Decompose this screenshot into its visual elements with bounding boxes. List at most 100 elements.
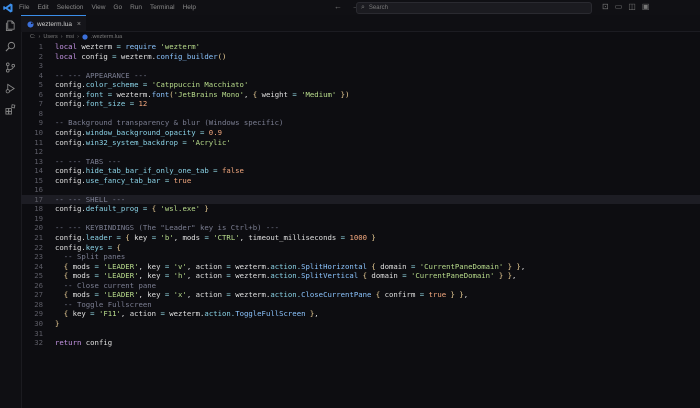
line-number: 16 bbox=[34, 185, 43, 195]
run-debug-button[interactable] bbox=[0, 78, 21, 99]
code-line[interactable]: 15 config.use_fancy_tab_bar = true bbox=[21, 176, 700, 186]
source-control-button[interactable] bbox=[0, 57, 21, 78]
code-line[interactable]: 7 config.font_size = 12 bbox=[21, 99, 700, 109]
code-token: config bbox=[81, 51, 113, 61]
code-line[interactable]: 32 return config bbox=[21, 338, 700, 348]
menu-run[interactable]: Run bbox=[130, 4, 142, 11]
line-code: config.window_background_opacity = 0.9 bbox=[55, 128, 222, 138]
code-line[interactable]: 30} bbox=[21, 319, 700, 329]
code-token: , mods bbox=[173, 233, 205, 242]
split-icon[interactable]: ◫ bbox=[628, 2, 636, 11]
menu-edit[interactable]: Edit bbox=[37, 4, 48, 11]
code-token: wezterm. bbox=[120, 51, 157, 61]
code-line[interactable]: 16 bbox=[21, 185, 700, 195]
code-line[interactable]: 28 -- Toggle Fullscreen bbox=[21, 300, 700, 310]
code-line[interactable]: 21 config.leader = { key = 'b', mods = 'C… bbox=[21, 233, 700, 243]
code-token: 'Catppuccin Macchiato' bbox=[151, 80, 249, 90]
menu-view[interactable]: View bbox=[91, 4, 105, 11]
line-number: 7 bbox=[38, 99, 43, 109]
code-line[interactable]: 19 bbox=[21, 214, 700, 224]
extensions-button[interactable] bbox=[0, 99, 21, 120]
code-line[interactable]: 14 config.hide_tab_bar_if_only_one_tab = … bbox=[21, 166, 700, 176]
code-line[interactable]: 22 config.keys = { bbox=[21, 243, 700, 253]
search-view-button[interactable] bbox=[0, 36, 21, 57]
code-token: = bbox=[129, 99, 139, 109]
line-code: -- Close current pane bbox=[55, 281, 156, 291]
line-code: { mods = 'LEADER', key = 'v', action = w… bbox=[55, 262, 525, 272]
explorer-button[interactable] bbox=[0, 15, 21, 36]
menu-terminal[interactable]: Terminal bbox=[150, 4, 175, 11]
code-token: action. bbox=[270, 290, 302, 300]
code-line[interactable]: 13 -- --- TABS --- bbox=[21, 157, 700, 167]
code-token: , bbox=[463, 290, 469, 300]
code-token: = bbox=[226, 261, 236, 271]
search-icon bbox=[5, 41, 16, 52]
code-line[interactable]: 27 { mods = 'LEADER', key = 'x', action … bbox=[21, 290, 700, 300]
code-token: , action bbox=[120, 309, 161, 319]
line-number: 21 bbox=[34, 233, 43, 242]
close-tab-icon[interactable]: × bbox=[77, 21, 81, 28]
copilot-icon[interactable]: ⊡ bbox=[602, 2, 609, 11]
code-line[interactable]: 4 -- --- APPEARANCE --- bbox=[21, 71, 700, 81]
menu-file[interactable]: File bbox=[19, 4, 29, 11]
code-line[interactable]: 23 -- Split panes bbox=[21, 252, 700, 262]
code-line[interactable]: 8 bbox=[21, 109, 700, 119]
search-placeholder: Search bbox=[368, 5, 388, 11]
code-token: domain bbox=[371, 271, 403, 281]
breadcrumb-file[interactable]: .wezterm.lua bbox=[91, 34, 122, 40]
code-line[interactable]: 25 { mods = 'LEADER', key = 'h', action … bbox=[21, 271, 700, 281]
code-token: = bbox=[151, 233, 161, 242]
code-line[interactable]: 24 { mods = 'LEADER', key = 'v', action … bbox=[21, 262, 700, 272]
code-line[interactable]: 29 { key = 'F11', action = wezterm.actio… bbox=[21, 309, 700, 319]
layout-icon[interactable]: ▭ bbox=[615, 2, 623, 11]
line-code: -- --- SHELL --- bbox=[55, 195, 125, 205]
breadcrumb-drive[interactable]: C: bbox=[30, 34, 36, 40]
code-line[interactable]: 6 config.font = wezterm.font('JetBrains M… bbox=[21, 90, 700, 100]
code-line[interactable]: 2 local config = wezterm.config_builder() bbox=[21, 52, 700, 62]
code-token: } bbox=[371, 233, 376, 242]
code-token: font bbox=[151, 89, 170, 99]
command-center-search[interactable]: ⌕ Search bbox=[356, 2, 592, 14]
back-arrow-icon[interactable]: ← bbox=[334, 2, 342, 11]
code-line[interactable]: 9 -- Background transparency & blur (Wind… bbox=[21, 118, 700, 128]
code-line[interactable]: 20 -- --- KEYBINDINGS (The "Leader" key i… bbox=[21, 223, 700, 233]
code-token: mods bbox=[72, 261, 95, 271]
code-token: weight bbox=[261, 89, 293, 99]
code-token: 'LEADER' bbox=[103, 290, 139, 300]
code-token: require bbox=[125, 42, 161, 51]
code-token: 'wsl.exe' bbox=[160, 204, 205, 214]
code-line[interactable]: 31 bbox=[21, 329, 700, 339]
code-line[interactable]: 11 config.win32_system_backdrop = 'Acryli… bbox=[21, 138, 700, 148]
code-line[interactable]: 18 config.default_prog = { 'wsl.exe' } bbox=[21, 204, 700, 214]
code-line[interactable]: 3 bbox=[21, 61, 700, 71]
panel-icon[interactable]: ▣ bbox=[642, 2, 650, 11]
code-line[interactable]: 17 -- --- SHELL --- bbox=[21, 194, 700, 205]
code-token: , key bbox=[138, 271, 165, 281]
breadcrumb-msi[interactable]: msi bbox=[66, 34, 75, 40]
menu-selection[interactable]: Selection bbox=[57, 4, 84, 11]
code-token: } } bbox=[507, 261, 521, 271]
code-token: false bbox=[221, 166, 244, 176]
line-number: 27 bbox=[34, 290, 43, 300]
code-token: { bbox=[55, 261, 73, 271]
menu-go[interactable]: Go bbox=[113, 4, 122, 11]
code-token: = bbox=[204, 233, 214, 242]
code-line[interactable]: 5 config.color_scheme = 'Catppuccin Macch… bbox=[21, 80, 700, 90]
code-line[interactable]: 12 bbox=[21, 147, 700, 157]
menu-help[interactable]: Help bbox=[183, 4, 196, 11]
code-line[interactable]: 10 config.window_background_opacity = 0.9 bbox=[21, 128, 700, 138]
code-line[interactable]: 26 -- Close current pane bbox=[21, 281, 700, 291]
code-line[interactable]: 1 local wezterm = require 'wezterm' bbox=[21, 42, 700, 52]
code-token: config. bbox=[55, 175, 86, 185]
line-number: 20 bbox=[34, 223, 43, 233]
line-number: 25 bbox=[34, 271, 43, 281]
code-token: confirm bbox=[384, 290, 420, 300]
code-token: = bbox=[419, 290, 429, 300]
code-token: window_background_opacity bbox=[85, 127, 200, 137]
code-token: wezterm. bbox=[235, 271, 271, 281]
code-token: , action bbox=[186, 261, 227, 271]
breadcrumb-users[interactable]: Users bbox=[43, 34, 57, 40]
code-token: true bbox=[428, 290, 451, 300]
tab-wezterm-lua[interactable]: wezterm.lua × bbox=[21, 15, 86, 32]
code-editor[interactable]: 1 local wezterm = require 'wezterm' 2 local… bbox=[21, 42, 700, 408]
